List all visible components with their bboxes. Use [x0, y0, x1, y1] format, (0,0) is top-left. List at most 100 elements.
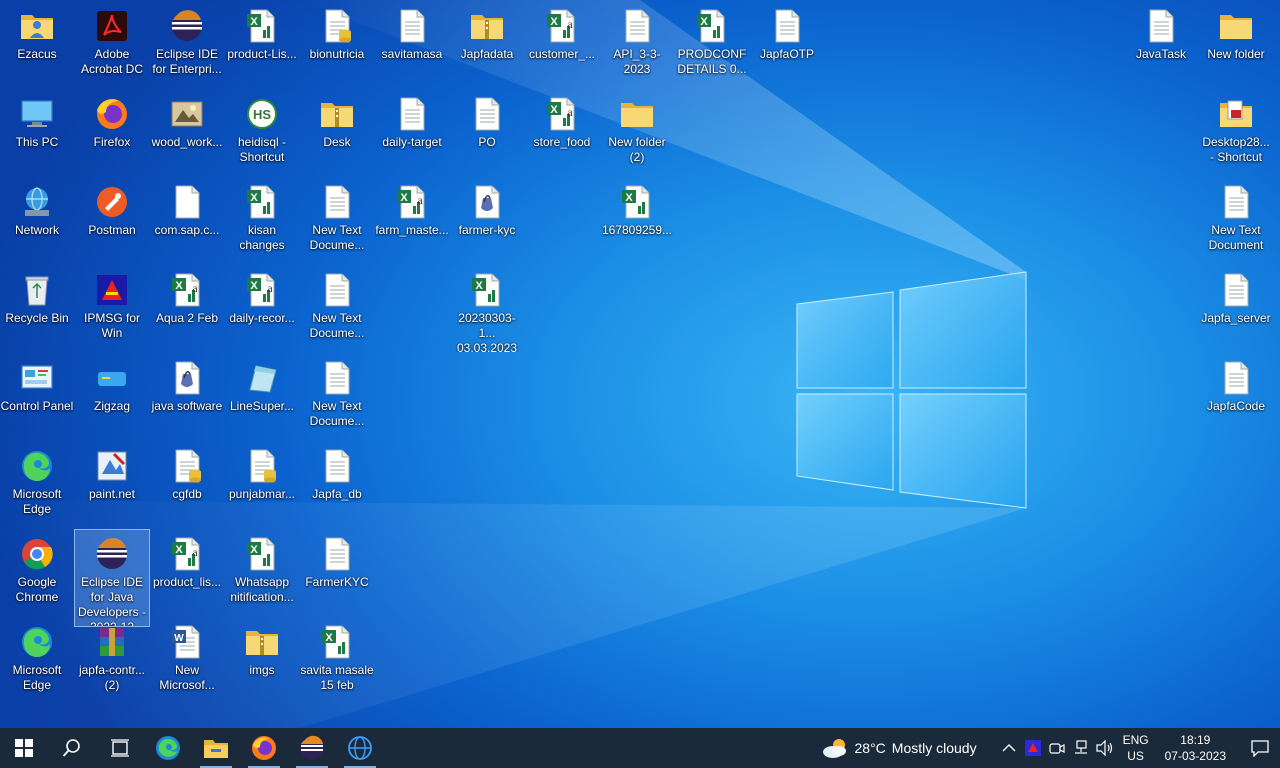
desktop-icon[interactable]: Japfa_db	[300, 442, 374, 528]
desktop-icon[interactable]: Japfadata	[450, 2, 524, 88]
desktop-icon-label: Microsoft Edge	[12, 487, 62, 516]
desktop-icon[interactable]: Eclipse IDE for Enterpri...	[150, 2, 224, 88]
desktop-icon[interactable]: New Text Docume...	[300, 178, 374, 264]
desktop-icon[interactable]: Adobe Acrobat DC	[75, 2, 149, 88]
desktop-icon[interactable]: X Whatsapp nitification...	[225, 530, 299, 616]
desktop-icon[interactable]: imgs	[225, 618, 299, 704]
desktop-icon[interactable]: New folder	[1199, 2, 1273, 88]
desktop-icon[interactable]: Network	[0, 178, 74, 264]
desktop-icon[interactable]: W New Microsof...	[150, 618, 224, 704]
firefox-icon	[94, 96, 130, 132]
clock[interactable]: 18:19 07-03-2023	[1165, 732, 1226, 764]
desktop-icon[interactable]: New Text Document	[1199, 178, 1273, 264]
eclipse-taskbar-button[interactable]	[288, 728, 336, 768]
desktop-icon[interactable]: punjabmar...	[225, 442, 299, 528]
meet-now-button[interactable]	[1045, 728, 1069, 768]
desktop-icon[interactable]: Control Panel	[0, 354, 74, 440]
task-view-button[interactable]	[96, 728, 144, 768]
desktop-icon[interactable]: JavaTask	[1124, 2, 1198, 88]
desktop-icon-label: Google Chrome	[15, 575, 59, 604]
show-hidden-icons-button[interactable]	[997, 728, 1021, 768]
desktop-icon[interactable]: Microsoft Edge	[0, 442, 74, 528]
excel-icon: X	[244, 536, 280, 572]
desktop-icon[interactable]: Desktop28... - Shortcut	[1199, 90, 1273, 176]
desktop-icon[interactable]: wood_work...	[150, 90, 224, 176]
desktop-icon[interactable]: New Text Docume...	[300, 354, 374, 440]
desktop-icon[interactable]: farmer-kyc	[450, 178, 524, 264]
desktop-icon[interactable]: Xa Aqua 2 Feb	[150, 266, 224, 352]
desktop-icon[interactable]: java software	[150, 354, 224, 440]
file-explorer-taskbar-button[interactable]	[192, 728, 240, 768]
desktop-icon[interactable]: Xa daily-recor...	[225, 266, 299, 352]
desktop-icon-label: Recycle Bin	[5, 311, 69, 325]
language-indicator[interactable]: ENG US	[1123, 732, 1149, 764]
desktop-icon-label: daily-target	[382, 135, 442, 149]
desktop-icon[interactable]: com.sap.c...	[150, 178, 224, 264]
desktop-icon[interactable]: Eclipse IDE for Java Developers - 2022-1…	[74, 529, 150, 627]
desktop-icon[interactable]: Xproduct-Lis...	[225, 2, 299, 88]
excel-csv-icon: Xa	[169, 536, 205, 572]
edge-taskbar-button[interactable]	[144, 728, 192, 768]
desktop-icon[interactable]: This PC	[0, 90, 74, 176]
start-button[interactable]	[0, 728, 48, 768]
desktop-icon[interactable]: Google Chrome	[0, 530, 74, 616]
desktop-icon[interactable]: IPMSG for Win	[75, 266, 149, 352]
firefox-taskbar-button[interactable]	[240, 728, 288, 768]
desktop-icon[interactable]: Xa customer_...	[525, 2, 599, 88]
desktop-icon[interactable]: New Text Docume...	[300, 266, 374, 352]
desktop-icon[interactable]: Firefox	[75, 90, 149, 176]
camera-icon	[1048, 743, 1065, 754]
desktop-icon[interactable]: daily-target	[375, 90, 449, 176]
desktop-icon[interactable]: Recycle Bin	[0, 266, 74, 352]
desktop-icon-label: java software	[151, 399, 223, 413]
network-tray-button[interactable]	[1069, 728, 1093, 768]
desktop-icon[interactable]: Xa product_lis...	[150, 530, 224, 616]
desktop-icon[interactable]: New folder (2)	[600, 90, 674, 176]
desktop-icon[interactable]: JapfaOTP	[750, 2, 824, 88]
text-file-icon	[319, 360, 355, 396]
desktop-icon[interactable]: X PRODCONF DETAILS 0...	[675, 2, 749, 88]
eclipse-icon	[300, 735, 324, 760]
desktop-icon[interactable]: LineSuper...	[225, 354, 299, 440]
desktop-icon-label: JapfaOTP	[759, 47, 815, 61]
desktop-icon[interactable]: Japfa_server	[1199, 266, 1273, 352]
weather-widget[interactable]: 28°C Mostly cloudy	[821, 737, 977, 759]
desktop-icon-label: savita masale 15 feb	[300, 663, 374, 692]
desktop-icon[interactable]: Postman	[75, 178, 149, 264]
svg-text:X: X	[550, 104, 558, 116]
svg-text:a: a	[567, 17, 573, 31]
desktop-icon[interactable]: HS heidisql - Shortcut	[225, 90, 299, 176]
desktop-icon[interactable]: X 20230303-1... 03.03.2023	[450, 266, 524, 352]
desktop-icon[interactable]: savitamasa	[375, 2, 449, 88]
desktop-icon[interactable]: FarmerKYC	[300, 530, 374, 616]
desktop-icon[interactable]: X 167809259...	[600, 178, 674, 264]
desktop-icon[interactable]: Xa farm_maste...	[375, 178, 449, 264]
desktop-icon[interactable]: Xa store_food	[525, 90, 599, 176]
desktop-icon[interactable]: JapfaCode	[1199, 354, 1273, 440]
network-app-taskbar-button[interactable]	[336, 728, 384, 768]
zigzag-icon	[94, 360, 130, 396]
text-file-icon	[769, 8, 805, 44]
desktop-icon-label: API_3-3-2023	[613, 47, 661, 76]
desktop-icon[interactable]: Desk	[300, 90, 374, 176]
desktop-icon[interactable]: Ezacus	[0, 2, 74, 88]
desktop-icon[interactable]: Xkisan changes	[225, 178, 299, 264]
edge-icon	[156, 736, 180, 760]
excel-icon: X	[244, 184, 280, 220]
desktop-icon[interactable]: API_3-3-2023	[600, 2, 674, 88]
search-button[interactable]	[48, 728, 96, 768]
desktop-icon[interactable]: Zigzag	[75, 354, 149, 440]
desktop-icon[interactable]: Microsoft Edge	[0, 618, 74, 704]
desktop-icon[interactable]: paint.net	[75, 442, 149, 528]
desktop-icon[interactable]: Xsavita masale 15 feb	[300, 618, 374, 704]
volume-button[interactable]	[1093, 728, 1117, 768]
svg-text:X: X	[625, 192, 633, 204]
desktop-icon[interactable]: cgfdb	[150, 442, 224, 528]
desktop-icon[interactable]: PO	[450, 90, 524, 176]
desktop-icon[interactable]: bionutricia	[300, 2, 374, 88]
desktop-icon[interactable]: japfa-contr... (2)	[75, 618, 149, 704]
notification-center-button[interactable]	[1240, 728, 1280, 768]
desktop: Ezacus This PC Network Recycle Bin Control P…	[0, 0, 1280, 728]
tray-app-icon[interactable]	[1021, 728, 1045, 768]
eclipse-icon	[94, 536, 130, 572]
